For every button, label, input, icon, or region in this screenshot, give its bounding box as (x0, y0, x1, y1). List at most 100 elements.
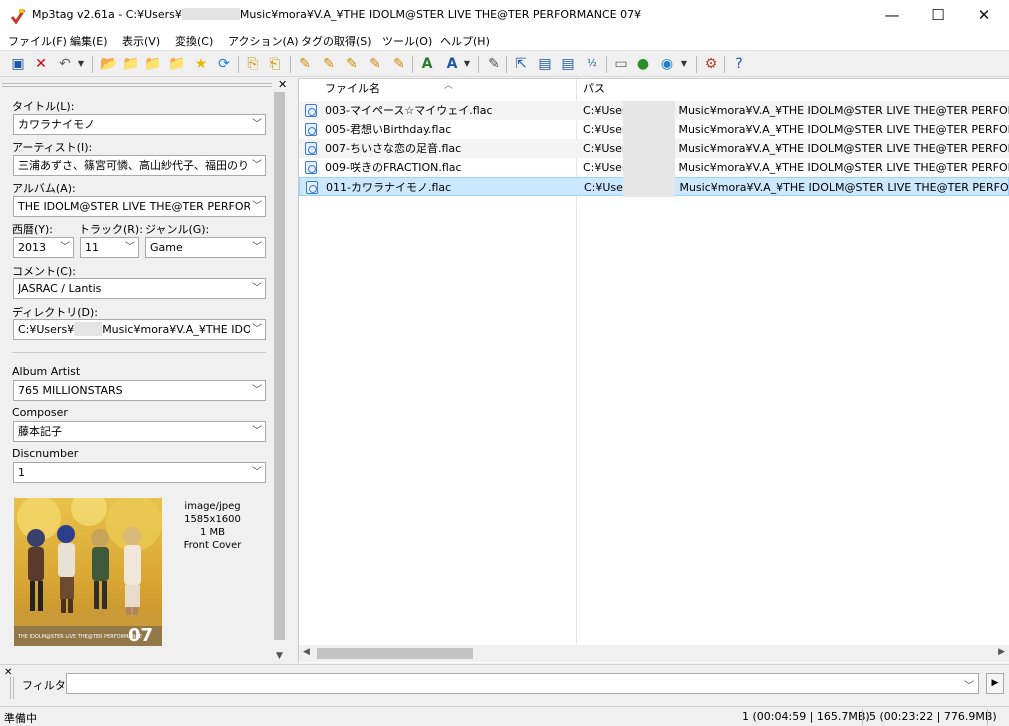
scroll-down-icon[interactable]: ▼ (271, 651, 288, 661)
options-icon[interactable]: ⚙ (702, 55, 720, 73)
file-list-horizontal-scrollbar[interactable]: ◀ ▶ (299, 645, 1009, 662)
actions-dropdown-icon[interactable]: ▼ (462, 55, 472, 73)
toolbar-separator (724, 56, 725, 73)
album-field[interactable]: THE IDOLM@STER LIVE THE@TER PERFORMAN ﹀ (13, 196, 266, 217)
chevron-down-icon[interactable]: ﹀ (250, 422, 262, 441)
text-file-to-tag-icon[interactable]: ✎ (366, 55, 384, 73)
change-directory-icon[interactable]: 📂 (100, 55, 118, 73)
filter-grip[interactable] (10, 677, 14, 699)
toolbar-separator (238, 56, 239, 73)
chevron-down-icon[interactable]: ﹀ (123, 238, 135, 257)
chevron-down-icon[interactable]: ﹀ (250, 320, 262, 339)
filter-input[interactable]: ﹀ (66, 673, 979, 694)
tag-to-filename-icon[interactable]: ✎ (296, 55, 314, 73)
composer-field[interactable]: 藤本記子 ﹀ (13, 421, 266, 442)
composer-label: Composer (12, 406, 68, 419)
directory-field[interactable]: C:¥Users¥Music¥mora¥V.A_¥THE IDOLM@﹀ (13, 319, 266, 340)
toolbar-separator (290, 56, 291, 73)
chevron-down-icon[interactable]: ﹀ (250, 238, 262, 257)
freedb-icon[interactable]: ▭ (612, 55, 630, 73)
favorites-folder-icon[interactable]: 📁 (168, 55, 186, 73)
autonumber-icon[interactable]: ½ (583, 55, 601, 73)
title-field[interactable]: カワラナイモノ ﹀ (13, 114, 266, 135)
chevron-down-icon[interactable]: ﹀ (250, 115, 262, 134)
scrollbar-thumb[interactable] (317, 648, 473, 659)
column-header-path[interactable]: パス (557, 79, 987, 99)
cover-info: image/jpeg 1585x1600 1 MB Front Cover (170, 500, 255, 552)
favorites-icon[interactable]: ★ (192, 55, 210, 73)
tag-sources-dropdown-icon[interactable]: ▼ (679, 55, 689, 73)
menu-convert[interactable]: 変換(C) (175, 33, 213, 49)
extended-tags-icon[interactable]: ✎ (485, 55, 503, 73)
minimize-button[interactable]: — (869, 0, 915, 31)
menu-tag-sources[interactable]: タグの取得(S) (301, 33, 372, 49)
undo-icon[interactable]: ↶ (56, 55, 74, 73)
amazon-icon[interactable]: ● (634, 55, 652, 73)
track-label: トラック(R): (79, 223, 143, 236)
column-header-filename[interactable]: ファイル名 ︿ (299, 79, 576, 99)
menu-help[interactable]: ヘルプ(H) (440, 33, 490, 49)
redacted-username (623, 101, 675, 197)
filename-to-tag-icon[interactable]: ✎ (320, 55, 338, 73)
album-label: アルバム(A): (12, 182, 76, 195)
actions-icon[interactable]: A (443, 55, 461, 73)
panel-divider (12, 352, 266, 353)
refresh-icon[interactable]: ⟳ (215, 55, 233, 73)
paste-tag-icon[interactable]: ⎗ (266, 55, 284, 73)
chevron-down-icon[interactable]: ﹀ (250, 463, 262, 482)
scrollbar-thumb[interactable] (274, 92, 285, 640)
export-icon[interactable]: ▤ (536, 55, 554, 73)
web-source-icon[interactable]: ⇱ (512, 55, 530, 73)
case-conversion-icon[interactable]: A (418, 55, 436, 73)
tag-panel: ✕ タイトル(L): カワラナイモノ ﹀ アーティスト(I): 三浦あずさ、篠宮可… (0, 78, 290, 663)
track-field[interactable]: 11 ﹀ (80, 237, 139, 258)
album-artist-label: Album Artist (12, 365, 81, 378)
comment-field[interactable]: JASRAC / Lantis ﹀ (13, 278, 266, 299)
remove-tag-icon[interactable]: ✕ (32, 55, 50, 73)
chevron-down-icon[interactable]: ﹀ (964, 677, 974, 692)
artist-label: アーティスト(I): (12, 141, 93, 154)
chevron-down-icon[interactable]: ﹀ (250, 279, 262, 298)
status-text: 準備中 (4, 712, 37, 725)
discogs-icon[interactable]: ◉ (658, 55, 676, 73)
menu-tools[interactable]: ツール(O) (382, 33, 432, 49)
chevron-down-icon[interactable]: ﹀ (250, 381, 262, 400)
artist-field[interactable]: 三浦あずさ、篠宮可憐、高山紗代子、福田のり ﹀ (13, 155, 266, 176)
menu-actions[interactable]: アクション(A) (228, 33, 299, 49)
filename-to-filename-icon[interactable]: ✎ (343, 55, 361, 73)
genre-field[interactable]: Game ﹀ (145, 237, 266, 258)
year-field[interactable]: 2013 ﹀ (13, 237, 74, 258)
genre-label: ジャンル(G): (145, 223, 210, 236)
menu-view[interactable]: 表示(V) (122, 33, 160, 49)
chevron-down-icon[interactable]: ﹀ (58, 238, 70, 257)
save-icon[interactable]: ▣ (9, 55, 27, 73)
scroll-right-icon[interactable]: ▶ (998, 647, 1005, 657)
panel-splitter[interactable] (290, 78, 299, 663)
tag-to-tag-icon[interactable]: ✎ (390, 55, 408, 73)
cover-art[interactable]: THE IDOLM@STER LIVE THE@TER PERFORMANCE … (14, 498, 162, 646)
chevron-down-icon[interactable]: ﹀ (250, 197, 262, 216)
cover-mime: image/jpeg (184, 501, 241, 512)
cover-dimensions: 1585x1600 (184, 514, 241, 525)
chevron-down-icon[interactable]: ﹀ (250, 156, 262, 175)
filter-apply-button[interactable]: ▶ (986, 673, 1004, 694)
copy-tag-icon[interactable]: ⎘ (244, 55, 262, 73)
tag-panel-scrollbar[interactable]: ▼ (271, 88, 288, 663)
panel-grip[interactable] (2, 83, 272, 87)
help-icon[interactable]: ? (730, 55, 748, 73)
playlist-icon[interactable]: ▤ (559, 55, 577, 73)
menu-file[interactable]: ファイル(F) (8, 33, 67, 49)
maximize-button[interactable]: ☐ (915, 0, 961, 31)
close-button[interactable]: ✕ (961, 0, 1007, 31)
cover-art-image: THE IDOLM@STER LIVE THE@TER PERFORMANCE … (14, 498, 162, 646)
filter-bar: ✕ フィルタ: ﹀ ▶ (0, 664, 1009, 705)
open-icon[interactable]: 📁 (144, 55, 162, 73)
discnumber-field[interactable]: 1 ﹀ (13, 462, 266, 483)
add-directory-icon[interactable]: 📁 (122, 55, 140, 73)
undo-dropdown-icon[interactable]: ▼ (76, 55, 86, 73)
toolbar-separator (606, 56, 607, 73)
menu-edit[interactable]: 編集(E) (70, 33, 108, 49)
scroll-left-icon[interactable]: ◀ (303, 647, 310, 657)
status-divider (987, 709, 988, 725)
album-artist-field[interactable]: 765 MILLIONSTARS ﹀ (13, 380, 266, 401)
